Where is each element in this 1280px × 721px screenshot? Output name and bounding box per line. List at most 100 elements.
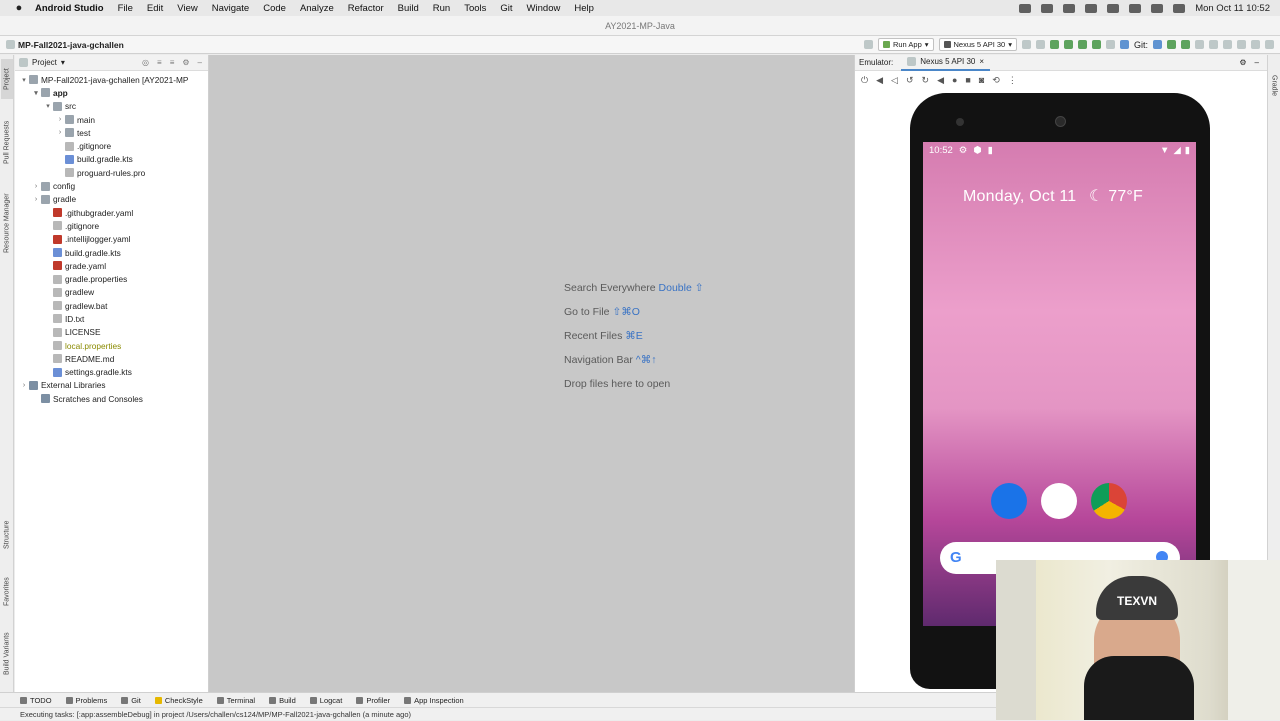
gear-icon[interactable]: ⚙ xyxy=(1239,58,1246,67)
tab-pull-requests[interactable]: Pull Requests xyxy=(1,107,13,177)
tree-item[interactable]: .gitignore xyxy=(15,219,208,232)
menu-git[interactable]: Git xyxy=(493,3,519,14)
tab-structure[interactable]: Structure xyxy=(1,510,13,560)
breadcrumb[interactable]: MP-Fall2021-java-gchallen xyxy=(6,40,124,50)
expand-arrow-icon[interactable]: ▾ xyxy=(43,102,53,110)
menubar-clock[interactable]: Mon Oct 11 10:52 xyxy=(1195,3,1270,14)
close-icon[interactable]: × xyxy=(979,57,984,66)
project-view-select[interactable]: Project xyxy=(32,58,57,67)
battery-icon[interactable] xyxy=(1107,3,1120,13)
chevron-down-icon[interactable]: ▾ xyxy=(61,58,65,67)
tab-build-variants[interactable]: Build Variants xyxy=(1,623,13,685)
bluetooth-icon[interactable] xyxy=(1085,3,1098,13)
tab-problems[interactable]: Problems xyxy=(65,696,107,705)
layout-icon[interactable] xyxy=(1265,40,1274,49)
tab-app-inspection[interactable]: App Inspection xyxy=(404,696,464,705)
dv-icon[interactable] xyxy=(1041,3,1054,13)
tab-favorites[interactable]: Favorites xyxy=(1,567,13,617)
wifi-icon[interactable] xyxy=(1129,3,1142,13)
menu-android-studio[interactable]: Android Studio xyxy=(28,3,111,14)
menu-analyze[interactable]: Analyze xyxy=(293,3,341,14)
menu-refactor[interactable]: Refactor xyxy=(341,3,391,14)
tab-build[interactable]: Build xyxy=(269,696,296,705)
expand-arrow-icon[interactable]: › xyxy=(55,116,65,123)
hammer-icon[interactable] xyxy=(863,40,873,49)
menu-code[interactable]: Code xyxy=(256,3,293,14)
tree-item[interactable]: gradlew.bat xyxy=(15,299,208,312)
tree-item[interactable]: gradlew xyxy=(15,286,208,299)
coverage-icon[interactable] xyxy=(1063,40,1073,49)
tree-item[interactable]: ID.txt xyxy=(15,312,208,325)
tree-item[interactable]: › gradle xyxy=(15,193,208,206)
expand-arrow-icon[interactable]: › xyxy=(19,382,29,389)
tab-git[interactable]: Git xyxy=(121,696,141,705)
menu-run[interactable]: Run xyxy=(426,3,457,14)
git-rollback-icon[interactable] xyxy=(1209,40,1218,49)
tree-item[interactable]: gradle.properties xyxy=(15,272,208,285)
menu-build[interactable]: Build xyxy=(391,3,426,14)
device-select[interactable]: Nexus 5 API 30 ▾ xyxy=(938,38,1017,51)
tab-todo[interactable]: TODO xyxy=(20,696,52,705)
expand-arrow-icon[interactable]: › xyxy=(55,129,65,136)
tree-item[interactable]: › test xyxy=(15,126,208,139)
stop-icon[interactable] xyxy=(1105,40,1115,49)
rotate-right-icon[interactable]: ↻ xyxy=(922,75,930,86)
overview-icon[interactable]: ■ xyxy=(965,75,970,85)
rerun-icon[interactable] xyxy=(1035,40,1045,49)
camera-icon[interactable]: ◙ xyxy=(979,75,984,85)
tab-logcat[interactable]: Logcat xyxy=(309,696,342,705)
docker-icon[interactable] xyxy=(1019,3,1032,13)
menu-view[interactable]: View xyxy=(170,3,204,14)
run-config-select[interactable]: Run App ▾ xyxy=(877,38,934,51)
shield-icon[interactable] xyxy=(1063,3,1076,13)
tree-item[interactable]: build.gradle.kts xyxy=(15,153,208,166)
snapshot-icon[interactable]: ⟲ xyxy=(992,75,1000,86)
menu-navigate[interactable]: Navigate xyxy=(205,3,257,14)
apple-icon[interactable]: ● xyxy=(10,2,28,14)
tree-item[interactable]: .intellijlogger.yaml xyxy=(15,233,208,246)
menu-edit[interactable]: Edit xyxy=(140,3,170,14)
at-a-glance-widget[interactable]: Monday, Oct 11 ☾ 77°F xyxy=(963,186,1143,206)
tree-item[interactable]: README.md xyxy=(15,352,208,365)
search-icon[interactable] xyxy=(1151,3,1164,13)
git-commit-icon[interactable] xyxy=(1167,40,1176,49)
tab-gradle[interactable]: Gradle xyxy=(1268,69,1280,103)
expand-arrow-icon[interactable]: ▾ xyxy=(19,76,29,84)
run-icon[interactable] xyxy=(1021,40,1031,49)
rotate-left-icon[interactable]: ↺ xyxy=(906,75,914,86)
tab-checkstyle[interactable]: CheckStyle xyxy=(154,696,203,705)
device-manager-icon[interactable] xyxy=(1223,40,1232,49)
status-message[interactable]: Executing tasks: [:app:assembleDebug] in… xyxy=(20,710,411,719)
minimize-icon[interactable]: – xyxy=(198,58,202,67)
tree-item[interactable]: grade.yaml xyxy=(15,259,208,272)
gear-icon[interactable]: ⚙ xyxy=(182,58,189,67)
tree-item[interactable]: Scratches and Consoles xyxy=(15,392,208,405)
power-icon[interactable]: ⏻ xyxy=(861,75,868,86)
tab-resource-manager[interactable]: Resource Manager xyxy=(1,183,13,263)
tab-project[interactable]: Project xyxy=(1,59,13,99)
menu-window[interactable]: Window xyxy=(520,3,568,14)
tree-item[interactable]: › config xyxy=(15,179,208,192)
expand-arrow-icon[interactable]: › xyxy=(31,183,41,190)
phone-screen[interactable]: 10:52 ⚙ ⬢ ▮ ▼ ◢ ▮ Monday, Oct 11 ☾ 77°F … xyxy=(923,142,1196,626)
git-push-icon[interactable] xyxy=(1181,40,1190,49)
tree-item[interactable]: local.properties xyxy=(15,339,208,352)
git-update-icon[interactable] xyxy=(1153,40,1162,49)
emulator-device-tab[interactable]: Nexus 5 API 30 × xyxy=(901,55,991,71)
tree-item[interactable]: .githubgrader.yaml xyxy=(15,206,208,219)
tree-item[interactable]: › main xyxy=(15,113,208,126)
home-icon[interactable]: ● xyxy=(952,75,957,85)
sdk-manager-icon[interactable] xyxy=(1237,40,1246,49)
volume-down-icon[interactable]: ◁ xyxy=(891,75,898,86)
search-icon[interactable] xyxy=(1251,40,1260,49)
locate-icon[interactable]: ◎ xyxy=(142,58,149,67)
tree-item[interactable]: proguard-rules.pro xyxy=(15,166,208,179)
play-store-app-icon[interactable] xyxy=(1041,483,1077,519)
control-center-icon[interactable] xyxy=(1173,3,1186,13)
expand-all-icon[interactable]: ≡ xyxy=(157,58,162,67)
menu-tools[interactable]: Tools xyxy=(457,3,493,14)
tree-item[interactable]: ▾ app xyxy=(15,86,208,99)
tab-profiler[interactable]: Profiler xyxy=(356,696,390,705)
minimize-icon[interactable]: – xyxy=(1255,58,1267,67)
attach-debugger-icon[interactable] xyxy=(1091,40,1101,49)
